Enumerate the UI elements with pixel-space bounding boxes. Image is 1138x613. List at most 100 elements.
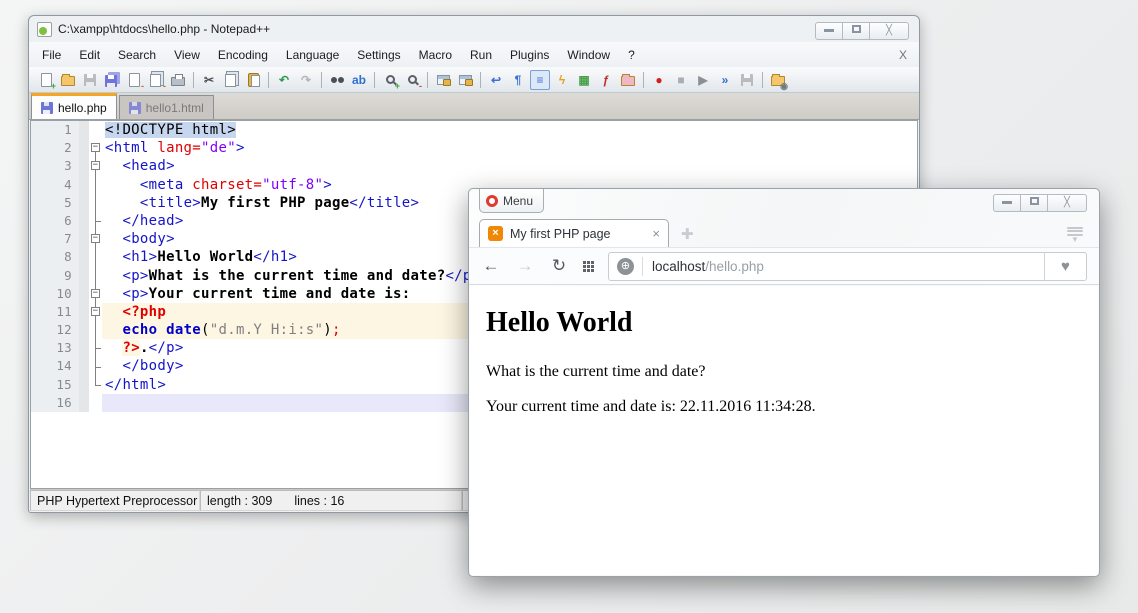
fold-margin[interactable]: [89, 339, 102, 357]
menu-item-search[interactable]: Search: [109, 45, 165, 65]
fold-margin[interactable]: [89, 321, 102, 339]
bookmark-margin[interactable]: [79, 303, 89, 321]
fold-collapse-icon[interactable]: −: [91, 307, 100, 316]
bookmark-margin[interactable]: [79, 394, 89, 412]
minimize-button[interactable]: [815, 22, 843, 40]
close-all-icon[interactable]: -: [146, 70, 166, 90]
menu-item-macro[interactable]: Macro: [410, 45, 461, 65]
sync-vertical-icon[interactable]: [433, 70, 453, 90]
fold-margin[interactable]: [89, 376, 102, 394]
cut-icon[interactable]: ✂: [199, 70, 219, 90]
menu-item-encoding[interactable]: Encoding: [209, 45, 277, 65]
macro-play-icon[interactable]: ▶: [693, 70, 713, 90]
save-icon[interactable]: [80, 70, 100, 90]
fold-margin[interactable]: −: [89, 139, 102, 157]
code-text[interactable]: <!DOCTYPE html>: [102, 121, 917, 139]
macro-stop-icon[interactable]: ■: [671, 70, 691, 90]
forward-icon[interactable]: →: [515, 256, 535, 276]
fold-margin[interactable]: [89, 394, 102, 412]
macro-save-icon[interactable]: [737, 70, 757, 90]
menu-close-icon[interactable]: X: [899, 48, 907, 62]
new-file-icon[interactable]: +: [36, 70, 56, 90]
menu-item-view[interactable]: View: [165, 45, 209, 65]
menu-item-file[interactable]: File: [33, 45, 70, 65]
redo-icon[interactable]: ↷: [296, 70, 316, 90]
bookmark-margin[interactable]: [79, 212, 89, 230]
paste-icon[interactable]: [243, 70, 263, 90]
reload-icon[interactable]: ↻: [549, 256, 569, 276]
fold-margin[interactable]: [89, 248, 102, 266]
bookmark-margin[interactable]: [79, 194, 89, 212]
menu-item-plugins[interactable]: Plugins: [501, 45, 558, 65]
copy-icon[interactable]: [221, 70, 241, 90]
new-tab-icon[interactable]: ✚: [681, 225, 694, 247]
menu-item-[interactable]: ?: [619, 45, 644, 65]
fold-collapse-icon[interactable]: −: [91, 289, 100, 298]
find-icon[interactable]: [327, 70, 347, 90]
indent-guide-icon[interactable]: ≡: [530, 70, 550, 90]
fold-collapse-icon[interactable]: −: [91, 161, 100, 170]
bookmark-margin[interactable]: [79, 285, 89, 303]
fold-collapse-icon[interactable]: −: [91, 234, 100, 243]
open-icon[interactable]: [58, 70, 78, 90]
address-bar[interactable]: ⊕ localhost /hello.php ♥: [608, 252, 1087, 281]
close-button[interactable]: ╳: [1047, 194, 1087, 212]
menu-item-language[interactable]: Language: [277, 45, 348, 65]
code-text[interactable]: <html lang="de">: [102, 139, 917, 157]
bookmark-margin[interactable]: [79, 267, 89, 285]
bookmark-margin[interactable]: [79, 139, 89, 157]
print-icon[interactable]: [168, 70, 188, 90]
fold-margin[interactable]: −: [89, 285, 102, 303]
fold-collapse-icon[interactable]: −: [91, 143, 100, 152]
speed-dial-icon[interactable]: [583, 261, 594, 272]
bookmark-margin[interactable]: [79, 321, 89, 339]
folder-workspace-icon[interactable]: [618, 70, 638, 90]
bookmark-margin[interactable]: [79, 248, 89, 266]
site-badge-icon[interactable]: ⊕: [617, 258, 634, 275]
auto-completion-icon[interactable]: ϟ: [552, 70, 572, 90]
sync-horizontal-icon[interactable]: [455, 70, 475, 90]
fold-margin[interactable]: [89, 121, 102, 139]
browser-tab[interactable]: × My first PHP page ×: [479, 219, 669, 247]
save-all-icon[interactable]: [102, 70, 122, 90]
browser-menu-button[interactable]: Menu: [479, 189, 544, 213]
bookmark-margin[interactable]: [79, 230, 89, 248]
monitoring-icon[interactable]: ◉: [768, 70, 788, 90]
menu-item-settings[interactable]: Settings: [348, 45, 409, 65]
function-list-icon[interactable]: ƒ: [596, 70, 616, 90]
macro-run-multiple-icon[interactable]: »: [715, 70, 735, 90]
bookmark-heart-icon[interactable]: ♥: [1044, 253, 1086, 280]
menu-item-run[interactable]: Run: [461, 45, 501, 65]
fold-margin[interactable]: −: [89, 157, 102, 175]
bookmark-margin[interactable]: [79, 376, 89, 394]
fold-margin[interactable]: [89, 194, 102, 212]
macro-record-icon[interactable]: ●: [649, 70, 669, 90]
back-icon[interactable]: ←: [481, 256, 501, 276]
fold-margin[interactable]: −: [89, 230, 102, 248]
editor-tab-hello-php[interactable]: hello.php: [31, 93, 117, 119]
fold-margin[interactable]: [89, 176, 102, 194]
document-map-icon[interactable]: ▦: [574, 70, 594, 90]
bookmark-margin[interactable]: [79, 339, 89, 357]
zoom-out-icon[interactable]: -: [402, 70, 422, 90]
bookmark-margin[interactable]: [79, 157, 89, 175]
bookmark-margin[interactable]: [79, 176, 89, 194]
zoom-in-icon[interactable]: +: [380, 70, 400, 90]
word-wrap-icon[interactable]: ↩: [486, 70, 506, 90]
tab-menu-icon[interactable]: ▼: [1067, 225, 1083, 243]
code-text[interactable]: <head>: [102, 157, 917, 175]
menu-item-window[interactable]: Window: [558, 45, 619, 65]
menu-item-edit[interactable]: Edit: [70, 45, 109, 65]
restore-button[interactable]: [842, 22, 870, 40]
notepadpp-title-bar[interactable]: C:\xampp\htdocs\hello.php - Notepad++: [29, 16, 919, 42]
editor-tab-hello1-html[interactable]: hello1.html: [119, 95, 214, 119]
fold-margin[interactable]: [89, 267, 102, 285]
undo-icon[interactable]: ↶: [274, 70, 294, 90]
bookmark-margin[interactable]: [79, 357, 89, 375]
minimize-button[interactable]: [993, 194, 1021, 212]
fold-margin[interactable]: [89, 212, 102, 230]
fold-margin[interactable]: −: [89, 303, 102, 321]
show-all-chars-icon[interactable]: ¶: [508, 70, 528, 90]
fold-margin[interactable]: [89, 357, 102, 375]
tab-close-icon[interactable]: ×: [652, 226, 660, 241]
